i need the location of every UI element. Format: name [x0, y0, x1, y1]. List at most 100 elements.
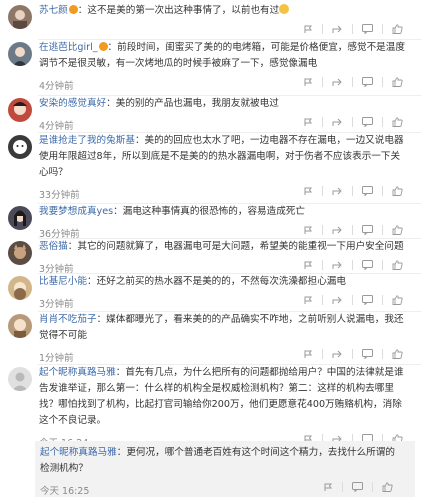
like-icon[interactable]: [392, 295, 403, 305]
commenter-name[interactable]: 安染的感觉真好: [39, 98, 106, 109]
comment-text: 这不是美的第一次出这种事情了，以前也有过: [87, 5, 280, 16]
share-icon[interactable]: [332, 77, 343, 87]
avatar[interactable]: [8, 367, 32, 391]
divider: [382, 260, 383, 270]
like-icon[interactable]: [392, 24, 403, 34]
reply-time: 今天 16:25: [40, 486, 90, 497]
commenter-name[interactable]: 恶俗猫: [39, 241, 68, 252]
comment-time: 3分钟前: [39, 299, 74, 310]
comment-time: 4分钟前: [39, 121, 74, 132]
comment-icon[interactable]: [362, 260, 373, 270]
like-icon[interactable]: [392, 117, 403, 127]
report-icon[interactable]: [304, 350, 313, 359]
like-icon[interactable]: [392, 77, 403, 87]
avatar[interactable]: [8, 98, 32, 122]
comment-icon[interactable]: [362, 77, 373, 87]
comment-icon[interactable]: [362, 24, 373, 34]
report-icon[interactable]: [304, 78, 313, 87]
avatar[interactable]: [8, 314, 32, 338]
comment-item: 苏七颜 ：这不是美的第一次出这种事情了，以前也有过: [0, 3, 421, 39]
divider: [352, 186, 353, 196]
comment-text: 还好之前买的热水器不是美的的，不然每次洗澡都担心漏电: [96, 276, 346, 287]
share-icon[interactable]: [332, 295, 343, 305]
reply-author-name[interactable]: 起个昵称真路马雅: [40, 447, 117, 458]
commenter-name[interactable]: 比基尼小能: [39, 276, 87, 287]
report-icon[interactable]: [304, 187, 313, 196]
like-icon[interactable]: [392, 225, 403, 235]
divider: [322, 260, 323, 270]
avatar[interactable]: [8, 135, 32, 159]
commenter-name[interactable]: 起个昵称真路马雅: [39, 367, 116, 378]
comment-item: 比基尼小能：还好之前买的热水器不是美的的，不然每次洗澡都担心漏电 3分钟前: [0, 274, 421, 312]
like-icon[interactable]: [392, 260, 403, 270]
avatar[interactable]: [8, 206, 32, 230]
share-icon[interactable]: [332, 260, 343, 270]
divider: [382, 295, 383, 305]
comment-item: 是谁抢走了我的兔斯基：美的的回应也太水了吧，一边电器不存在漏电，一边又说电器使用…: [0, 133, 421, 204]
comment-text: 其它的问题就算了，电器漏电可是大问题，希望美的能重视一下用户安全问题: [77, 241, 404, 252]
comment-text: 美的别的产品也漏电，我朋友就被电过: [115, 98, 279, 109]
divider: [372, 482, 373, 492]
comment-actions: [304, 183, 403, 199]
divider: [352, 260, 353, 270]
divider: [352, 77, 353, 87]
report-icon[interactable]: [304, 261, 313, 270]
commenter-name[interactable]: 肖肖不吃茄子: [39, 314, 97, 325]
comment-text: 漏电这种事情真的很恐怖的，容易造成死亡: [122, 206, 306, 217]
divider: [322, 77, 323, 87]
emoji-icon: [279, 4, 290, 14]
divider: [382, 186, 383, 196]
commenter-name[interactable]: 苏七颜: [39, 5, 68, 16]
share-icon[interactable]: [332, 225, 343, 235]
divider: [322, 225, 323, 235]
comment-actions: [304, 21, 403, 37]
comment-icon[interactable]: [362, 349, 373, 359]
vip-badge-icon: [98, 42, 108, 51]
comment-icon[interactable]: [362, 225, 373, 235]
comment-item: 我要梦想成真yes：漏电这种事情真的很恐怖的，容易造成死亡 36分钟前: [0, 204, 421, 240]
divider: [322, 186, 323, 196]
comment-list: 苏七颜 ：这不是美的第一次出这种事情了，以前也有过 在逃芭比girl_ ：前段时…: [0, 0, 421, 500]
commenter-name[interactable]: 在逃芭比girl_: [39, 42, 98, 53]
comment-item: 恶俗猫：其它的问题就算了，电器漏电可是大问题，希望美的能重视一下用户安全问题 3…: [0, 239, 421, 275]
divider: [382, 225, 383, 235]
comment-actions: [304, 292, 403, 308]
comment-item: 肖肖不吃茄子：媒体都曝光了，看来美的的产品确实不咋地，之前听别人说漏电，我还觉得…: [0, 312, 421, 365]
share-icon[interactable]: [332, 117, 343, 127]
comment-actions: [304, 74, 403, 90]
comment-icon[interactable]: [362, 186, 373, 196]
comment-icon[interactable]: [362, 295, 373, 305]
report-icon[interactable]: [304, 118, 313, 127]
comment-actions: [304, 346, 403, 362]
like-icon[interactable]: [392, 186, 403, 196]
comment-time: 33分钟前: [39, 190, 80, 201]
share-icon[interactable]: [332, 186, 343, 196]
share-icon[interactable]: [332, 24, 343, 34]
divider: [352, 349, 353, 359]
report-icon[interactable]: [304, 296, 313, 305]
report-icon[interactable]: [304, 25, 313, 34]
comment-time: 4分钟前: [39, 81, 74, 92]
commenter-name[interactable]: 是谁抢走了我的兔斯基: [39, 135, 135, 146]
like-icon[interactable]: [382, 482, 393, 492]
avatar[interactable]: [8, 42, 32, 66]
divider: [382, 24, 383, 34]
comment-icon[interactable]: [362, 117, 373, 127]
avatar[interactable]: [8, 5, 32, 29]
avatar[interactable]: [8, 241, 32, 265]
report-icon[interactable]: [324, 483, 333, 492]
comment-item: 起个昵称真路马雅：首先有几点，为什么把所有的问题都抛给用户？中国的法律就是谁告发…: [0, 365, 421, 500]
comment-item: 在逃芭比girl_ ：前段时间，闺蜜买了美的的电烤箱，可能是价格便宜，感觉不是温度…: [0, 40, 421, 96]
reply-actions: [324, 479, 393, 495]
divider: [322, 24, 323, 34]
divider: [352, 295, 353, 305]
like-icon[interactable]: [392, 349, 403, 359]
comment-icon[interactable]: [352, 482, 363, 492]
comment-time: 1分钟前: [39, 353, 74, 364]
commenter-name[interactable]: 我要梦想成真yes: [39, 206, 113, 217]
divider: [382, 117, 383, 127]
report-icon[interactable]: [304, 226, 313, 235]
divider: [352, 117, 353, 127]
avatar[interactable]: [8, 276, 32, 300]
share-icon[interactable]: [332, 349, 343, 359]
